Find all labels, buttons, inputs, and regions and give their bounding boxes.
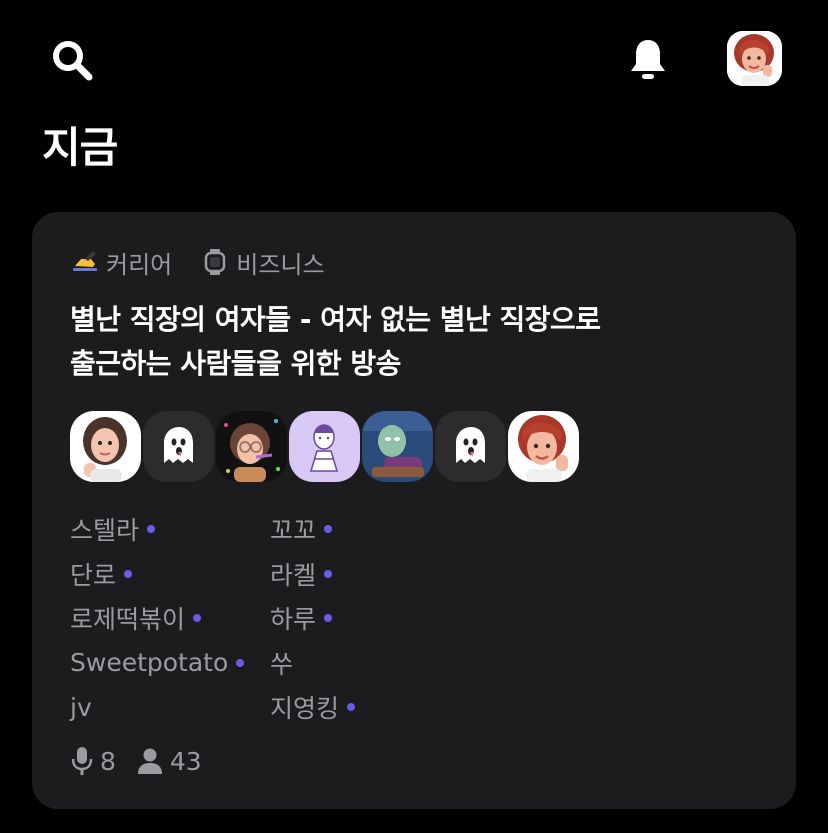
speaker-name-label: 하루 xyxy=(270,605,317,635)
speaker-name[interactable]: Sweetpotato xyxy=(70,648,270,677)
search-icon xyxy=(53,41,93,81)
speaker-name-label: 단로 xyxy=(70,560,117,590)
speaker-name[interactable]: 스텔라 xyxy=(70,511,270,547)
speaker-name[interactable]: 로제떡볶이 xyxy=(70,600,270,636)
speaker-name-label: 라켈 xyxy=(270,560,317,590)
speaking-dot xyxy=(324,614,333,623)
ghost-icon xyxy=(143,411,214,482)
speaking-dot xyxy=(124,569,133,578)
speaker-name-label: 로제떡볶이 xyxy=(70,605,186,635)
ghost-icon xyxy=(435,411,506,482)
speaker-row: jv 지영킹 xyxy=(70,685,670,730)
speaking-dot xyxy=(324,525,333,534)
speaker-avatar[interactable] xyxy=(70,411,141,482)
speaker-row: 로제떡볶이 하루 xyxy=(70,596,670,641)
speaker-row: 단로 라켈 xyxy=(70,552,670,597)
speaker-avatar[interactable] xyxy=(289,411,360,482)
speaker-name[interactable]: jv xyxy=(70,693,270,722)
speaker-name[interactable]: 단로 xyxy=(70,556,270,592)
speaker-avatar[interactable] xyxy=(362,411,433,482)
speaker-name-label: jv xyxy=(70,692,92,722)
speaker-avatar[interactable] xyxy=(216,411,287,482)
speaker-avatars xyxy=(70,411,581,482)
speaker-name[interactable]: 지영킹 xyxy=(270,689,470,725)
speaker-name[interactable]: 라켈 xyxy=(270,556,470,592)
speaking-dot xyxy=(147,525,156,534)
tag-label: 커리어 xyxy=(106,250,173,279)
tag-business[interactable]: 비즈니스 xyxy=(200,245,325,280)
speaker-row: Sweetpotato 쑤 xyxy=(70,641,670,686)
speaking-dot xyxy=(193,614,202,623)
microphone-icon xyxy=(71,747,93,775)
room-title-line-1: 별난 직장의 여자들 - 여자 없는 별난 직장으로 xyxy=(70,303,601,336)
watch-icon xyxy=(200,248,230,276)
avatar xyxy=(727,31,782,86)
notifications-button[interactable] xyxy=(624,36,672,84)
speaker-name-label: 스텔라 xyxy=(70,516,140,546)
speaker-avatar[interactable] xyxy=(508,411,579,482)
room-card[interactable]: 커리어 비즈니스 별난 직장의 여자들 - 여자 없는 별난 직장으로 출근하는… xyxy=(32,212,796,809)
speaker-row: 스텔라 꼬꼬 xyxy=(70,507,670,552)
page-title: 지금 xyxy=(42,123,118,172)
room-stats: 8 43 xyxy=(70,744,222,778)
speaker-count: 8 xyxy=(70,746,116,776)
profile-avatar-button[interactable] xyxy=(727,31,782,86)
speaker-avatar-ghost[interactable] xyxy=(435,411,506,482)
speaker-avatar-ghost[interactable] xyxy=(143,411,214,482)
person-icon xyxy=(137,748,162,774)
listener-count: 43 xyxy=(136,747,202,776)
speaker-name-label: 꼬꼬 xyxy=(270,516,317,546)
speaker-name-label: Sweetpotato xyxy=(70,648,229,678)
room-title-line-2: 출근하는 사람들을 위한 방송 xyxy=(70,347,401,380)
bell-icon xyxy=(631,40,665,79)
speaker-count-value: 8 xyxy=(100,746,116,776)
room-tags: 커리어 비즈니스 xyxy=(70,245,353,280)
speaker-name-label: 지영킹 xyxy=(270,694,340,724)
speaking-dot xyxy=(236,658,245,667)
speaker-names: 스텔라 꼬꼬 단로 라켈 로제떡볶이 하루 Sweetpotato 쑤 jv 지… xyxy=(70,507,670,730)
search-button[interactable] xyxy=(48,36,96,84)
room-title: 별난 직장의 여자들 - 여자 없는 별난 직장으로 출근하는 사람들을 위한 … xyxy=(70,298,760,386)
speaking-dot xyxy=(347,703,356,712)
speaker-name-label: 쑤 xyxy=(270,649,294,679)
speaker-name[interactable]: 쑤 xyxy=(270,645,470,681)
speaking-dot xyxy=(324,569,333,578)
top-bar xyxy=(0,0,828,120)
tag-career[interactable]: 커리어 xyxy=(70,245,172,280)
listener-count-value: 43 xyxy=(169,746,202,776)
writing-hand-icon xyxy=(70,248,100,276)
speaker-name[interactable]: 하루 xyxy=(270,600,470,636)
speaker-name[interactable]: 꼬꼬 xyxy=(270,511,470,547)
tag-label: 비즈니스 xyxy=(236,250,325,279)
